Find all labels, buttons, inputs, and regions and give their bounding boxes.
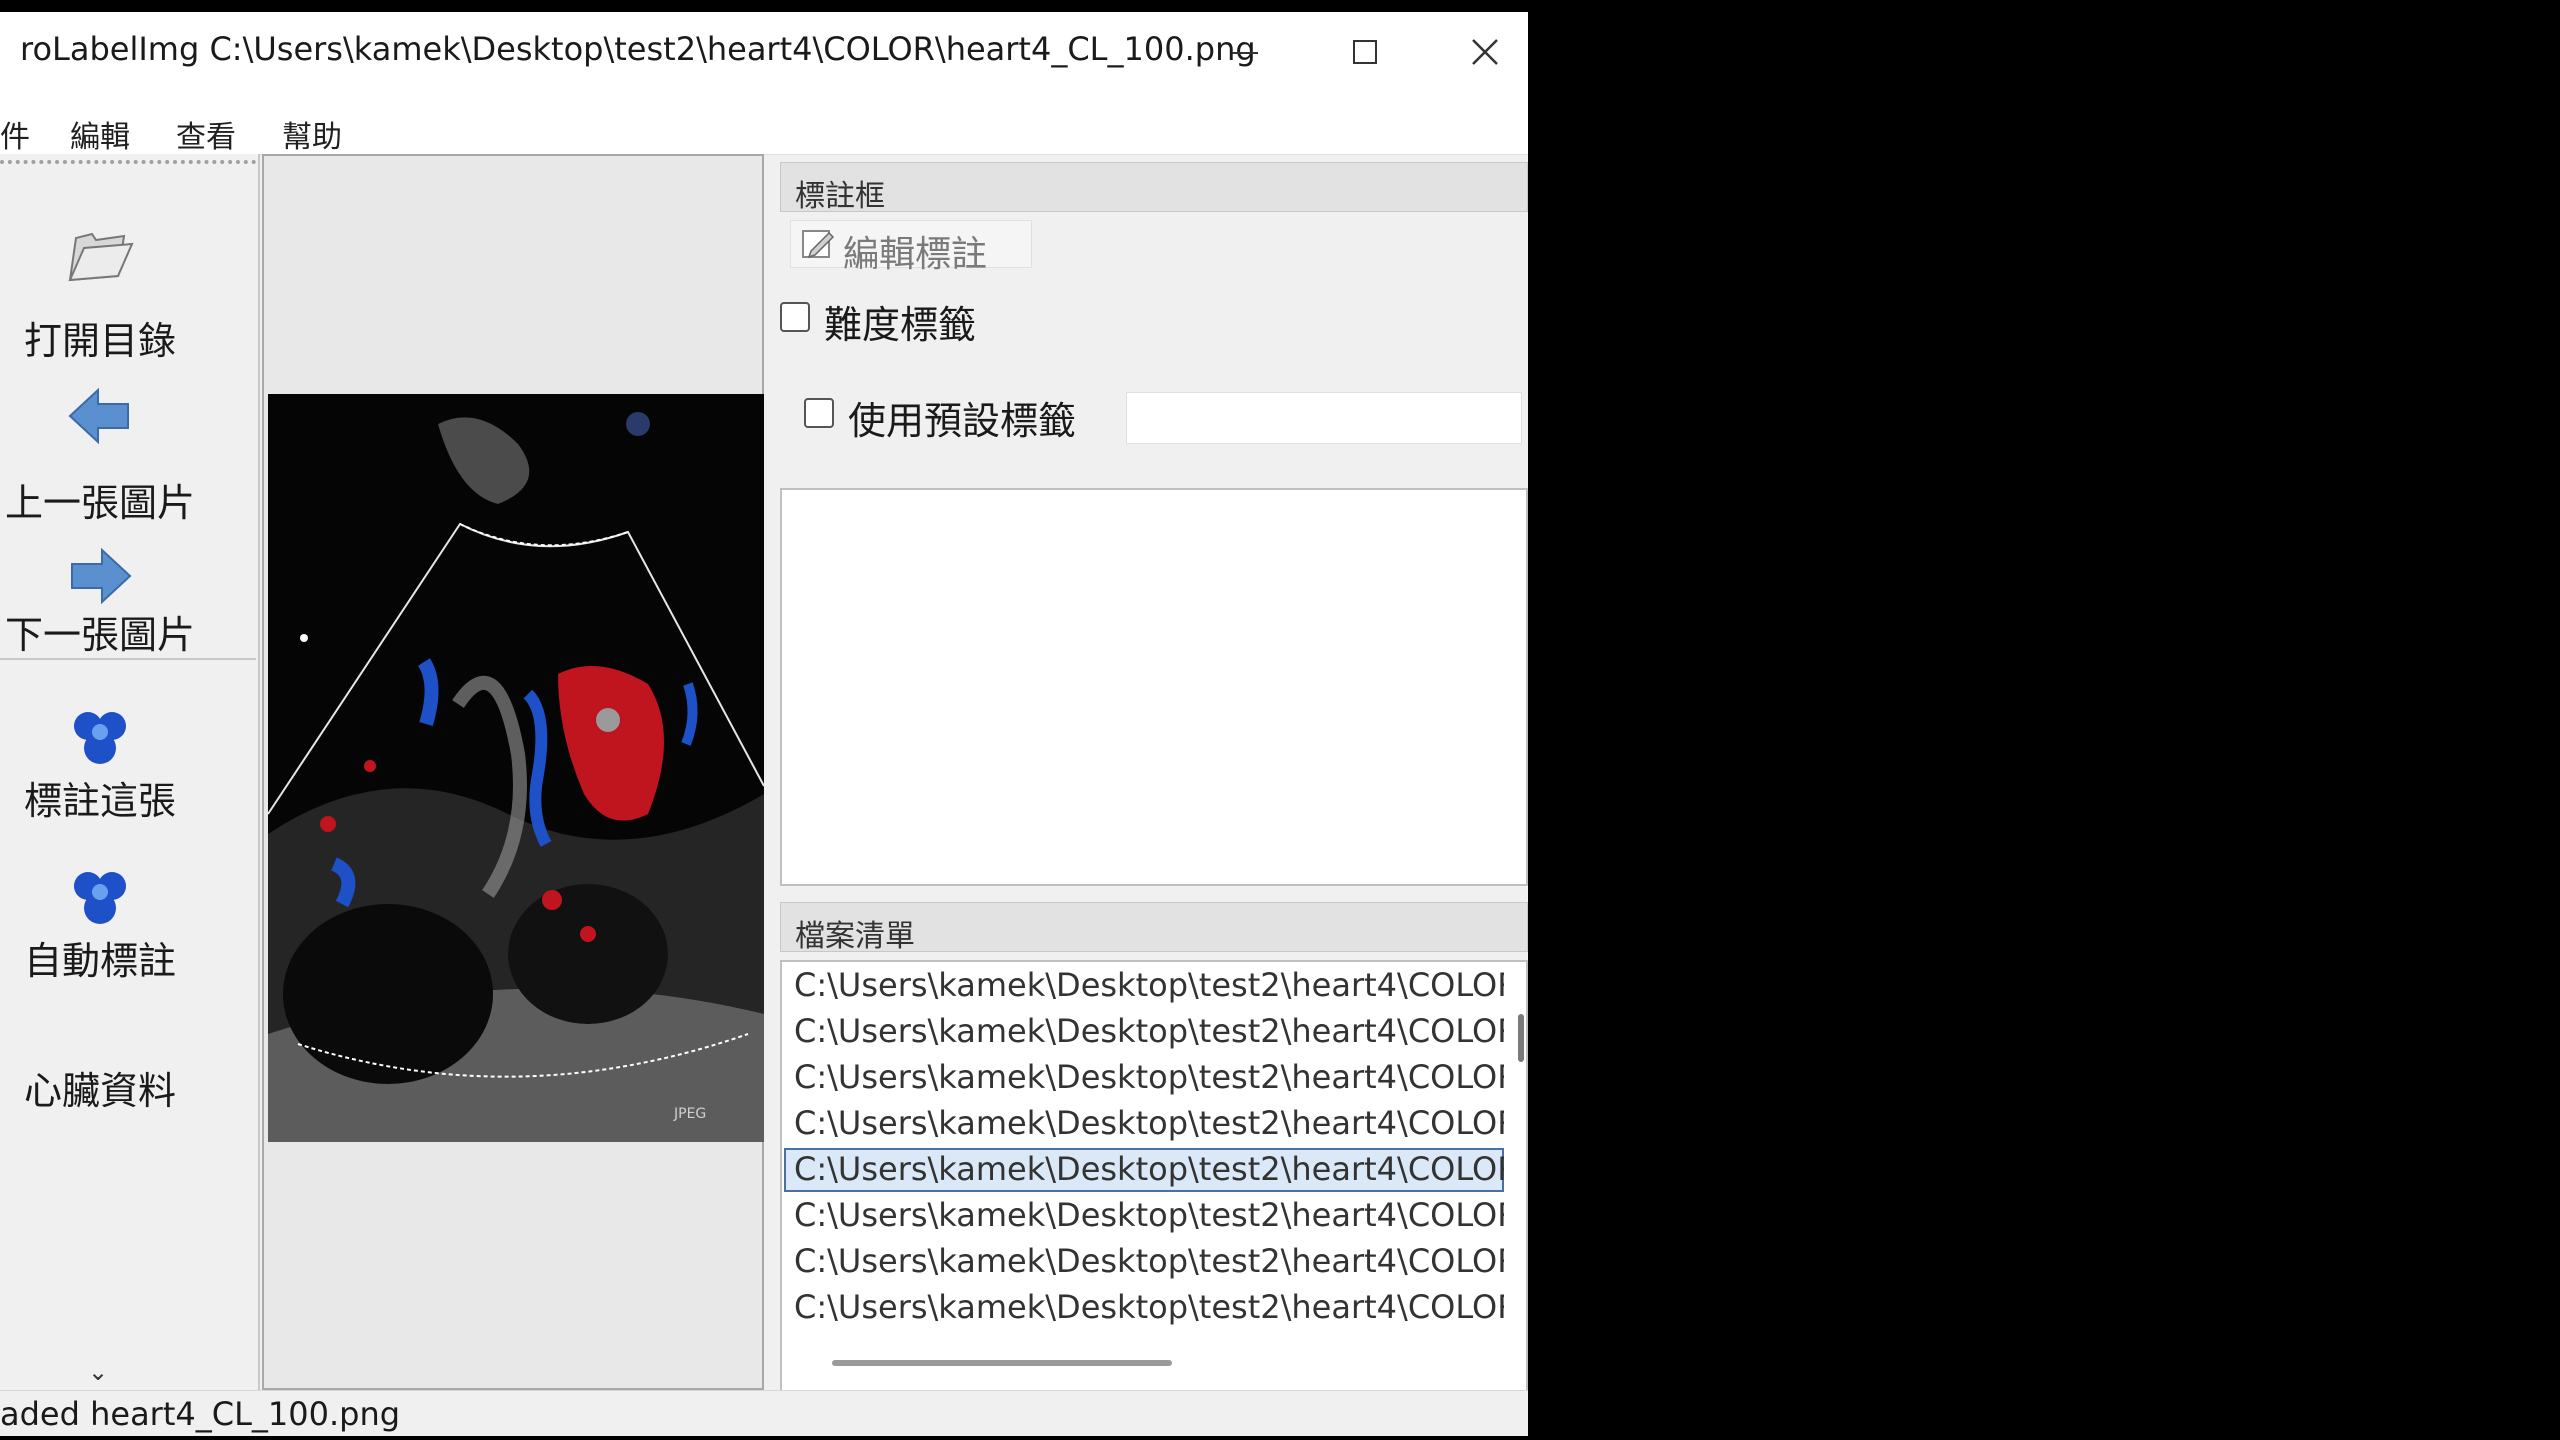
next-image-label: 下一張圖片 bbox=[4, 613, 195, 657]
default-label-input[interactable] bbox=[1126, 392, 1522, 444]
prev-image-button[interactable]: 上一張圖片 bbox=[0, 348, 200, 525]
heart-icon bbox=[74, 712, 126, 764]
heart-data-button[interactable]: 心臟資料 bbox=[0, 1054, 200, 1134]
open-dir-button[interactable]: 打開目錄 bbox=[0, 188, 200, 363]
close-icon bbox=[1472, 39, 1498, 65]
annotate-this-button[interactable]: 標註這張 bbox=[0, 672, 200, 823]
menu-edit[interactable]: 編輯 bbox=[70, 112, 130, 156]
toolbar-grip[interactable] bbox=[0, 160, 256, 164]
file-list-item[interactable]: C:\Users\kamek\Desktop\test2\heart4\COLO… bbox=[784, 1102, 1504, 1146]
next-image-button[interactable]: 下一張圖片 bbox=[0, 508, 200, 658]
arrow-right-icon bbox=[71, 547, 132, 605]
image-caption: JPEG bbox=[673, 1106, 706, 1122]
heart-data-label: 心臟資料 bbox=[23, 1069, 176, 1113]
window-title: roLabelImg C:\Users\kamek\Desktop\test2\… bbox=[20, 30, 1256, 68]
file-dock-title-bar: 檔案清單 bbox=[780, 902, 1528, 954]
file-list-item[interactable]: C:\Users\kamek\Desktop\test2\heart4\COLO… bbox=[784, 1056, 1504, 1100]
horizontal-scrollbar[interactable] bbox=[832, 1360, 1172, 1366]
file-list-item[interactable]: C:\Users\kamek\Desktop\test2\heart4\COLO… bbox=[784, 1010, 1504, 1054]
label-dock-title-bar: 標註框 bbox=[780, 162, 1528, 214]
edit-label-text: 編輯標註 bbox=[843, 234, 988, 275]
use-default-label-checkbox[interactable] bbox=[804, 398, 834, 428]
file-list-item[interactable]: C:\Users\kamek\Desktop\test2\heart4\COLO… bbox=[784, 964, 1504, 1008]
file-list-item[interactable]: C:\Users\kamek\Desktop\test2\heart4\COLO… bbox=[784, 1240, 1504, 1284]
menu-help[interactable]: 幫助 bbox=[282, 112, 342, 156]
menu-bar: 件 編輯 查看 幫助 bbox=[0, 92, 1528, 155]
image-canvas[interactable]: JPEG bbox=[262, 154, 764, 1390]
toolbar: 打開目錄 上一張圖片 下一張圖片 標註這張 自動標註 心臟資料 ⌄ bbox=[0, 154, 260, 1390]
difficult-checkbox[interactable] bbox=[780, 302, 810, 332]
file-list-item[interactable]: C:\Users\kamek\Desktop\test2\heart4\COLO… bbox=[784, 1194, 1504, 1238]
minimize-button[interactable] bbox=[1210, 22, 1280, 82]
auto-annotate-label: 自動標註 bbox=[23, 939, 176, 983]
label-box-dock: 標註框 編輯標註 難度標籤 使用預設標籤 bbox=[780, 154, 1528, 906]
application-window: roLabelImg C:\Users\kamek\Desktop\test2\… bbox=[0, 12, 1528, 1436]
maximize-button[interactable] bbox=[1330, 22, 1400, 82]
arrow-left-icon bbox=[68, 387, 129, 445]
maximize-icon bbox=[1353, 40, 1377, 64]
folder-icon bbox=[68, 232, 134, 282]
use-default-label-text: 使用預設標籤 bbox=[848, 399, 1077, 443]
heart-icon bbox=[74, 872, 126, 924]
edit-icon bbox=[802, 230, 835, 259]
status-text: aded heart4_CL_100.png bbox=[0, 1395, 401, 1433]
file-list-item[interactable]: C:\Users\kamek\Desktop\test2\heart4\COLO… bbox=[784, 1286, 1504, 1330]
toolbar-separator bbox=[0, 658, 256, 660]
auto-annotate-button[interactable]: 自動標註 bbox=[0, 832, 200, 983]
title-bar: roLabelImg C:\Users\kamek\Desktop\test2\… bbox=[0, 12, 1528, 92]
file-list-item-selected[interactable]: C:\Users\kamek\Desktop\test2\heart4\COLO… bbox=[784, 1148, 1504, 1192]
menu-view[interactable]: 查看 bbox=[176, 112, 236, 156]
toolbar-expand-icon[interactable]: ⌄ bbox=[88, 1358, 108, 1386]
difficult-checkbox-label: 難度標籤 bbox=[824, 303, 977, 347]
file-dock-title: 檔案清單 bbox=[795, 919, 915, 954]
ultrasound-image: JPEG bbox=[268, 394, 764, 1142]
close-button[interactable] bbox=[1450, 22, 1520, 82]
label-list[interactable] bbox=[780, 488, 1528, 886]
label-dock-title: 標註框 bbox=[795, 179, 885, 214]
annotate-this-label: 標註這張 bbox=[23, 779, 176, 823]
vertical-scrollbar[interactable] bbox=[1518, 1014, 1524, 1062]
menu-file[interactable]: 件 bbox=[0, 112, 30, 156]
edit-label-button[interactable]: 編輯標註 bbox=[790, 220, 1032, 275]
file-list[interactable]: C:\Users\kamek\Desktop\test2\heart4\COLO… bbox=[780, 960, 1528, 1392]
status-bar: aded heart4_CL_100.png bbox=[0, 1390, 1528, 1436]
file-list-dock: 檔案清單 C:\Users\kamek\Desktop\test2\heart4… bbox=[780, 902, 1528, 1392]
minimize-icon bbox=[1232, 52, 1258, 54]
